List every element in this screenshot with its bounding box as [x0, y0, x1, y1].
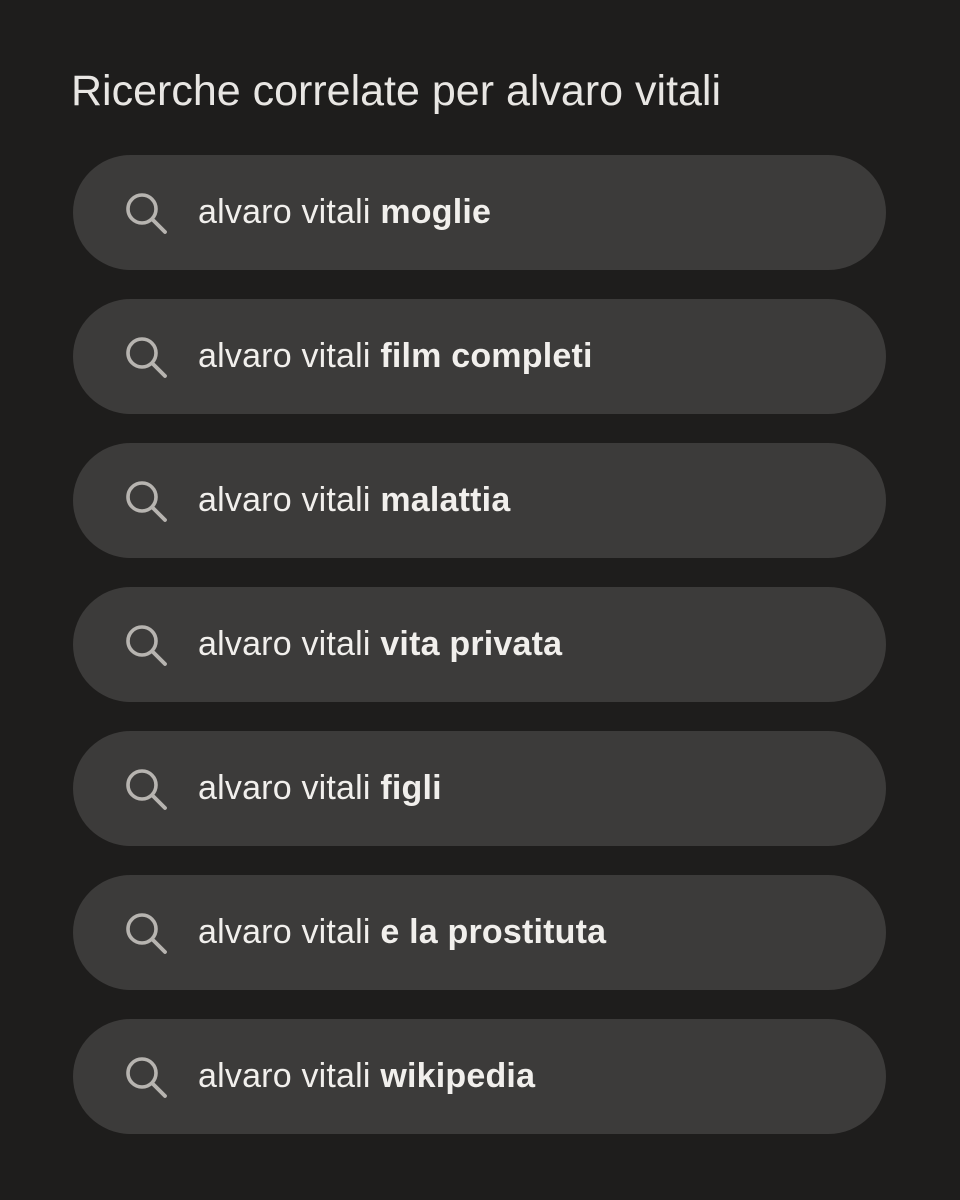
search-icon	[123, 334, 169, 380]
related-search-item-film-completi[interactable]: alvaro vitali film completi	[73, 299, 886, 414]
related-searches-list: alvaro vitali moglie alvaro vitali film …	[73, 155, 886, 1134]
query-suffix: malattia	[380, 481, 511, 519]
query-prefix: alvaro vitali	[198, 769, 371, 807]
related-search-item-vita-privata[interactable]: alvaro vitali vita privata	[73, 587, 886, 702]
related-search-label: alvaro vitali moglie	[198, 193, 491, 232]
related-search-label: alvaro vitali e la prostituta	[198, 913, 606, 952]
query-prefix: alvaro vitali	[198, 625, 371, 663]
query-prefix: alvaro vitali	[198, 193, 371, 231]
related-search-label: alvaro vitali film completi	[198, 337, 593, 376]
query-prefix: alvaro vitali	[198, 913, 371, 951]
query-suffix: wikipedia	[380, 1057, 536, 1095]
related-search-item-figli[interactable]: alvaro vitali figli	[73, 731, 886, 846]
query-suffix: film completi	[380, 337, 593, 375]
search-icon	[123, 478, 169, 524]
related-search-label: alvaro vitali vita privata	[198, 625, 562, 664]
query-suffix: vita privata	[380, 625, 563, 663]
related-searches-title: Ricerche correlate per alvaro vitali	[71, 67, 722, 115]
search-icon	[123, 1054, 169, 1100]
query-suffix: figli	[380, 769, 442, 807]
related-search-item-e-la-prostituta[interactable]: alvaro vitali e la prostituta	[73, 875, 886, 990]
related-search-label: alvaro vitali wikipedia	[198, 1057, 535, 1096]
query-prefix: alvaro vitali	[198, 481, 371, 519]
query-prefix: alvaro vitali	[198, 1057, 371, 1095]
search-icon	[123, 910, 169, 956]
search-icon	[123, 622, 169, 668]
query-prefix: alvaro vitali	[198, 337, 371, 375]
related-search-label: alvaro vitali figli	[198, 769, 442, 808]
search-icon	[123, 766, 169, 812]
related-search-item-moglie[interactable]: alvaro vitali moglie	[73, 155, 886, 270]
related-search-item-wikipedia[interactable]: alvaro vitali wikipedia	[73, 1019, 886, 1134]
query-suffix: moglie	[380, 193, 492, 231]
related-search-label: alvaro vitali malattia	[198, 481, 510, 520]
search-icon	[123, 190, 169, 236]
related-search-item-malattia[interactable]: alvaro vitali malattia	[73, 443, 886, 558]
query-suffix: e la prostituta	[380, 913, 607, 951]
